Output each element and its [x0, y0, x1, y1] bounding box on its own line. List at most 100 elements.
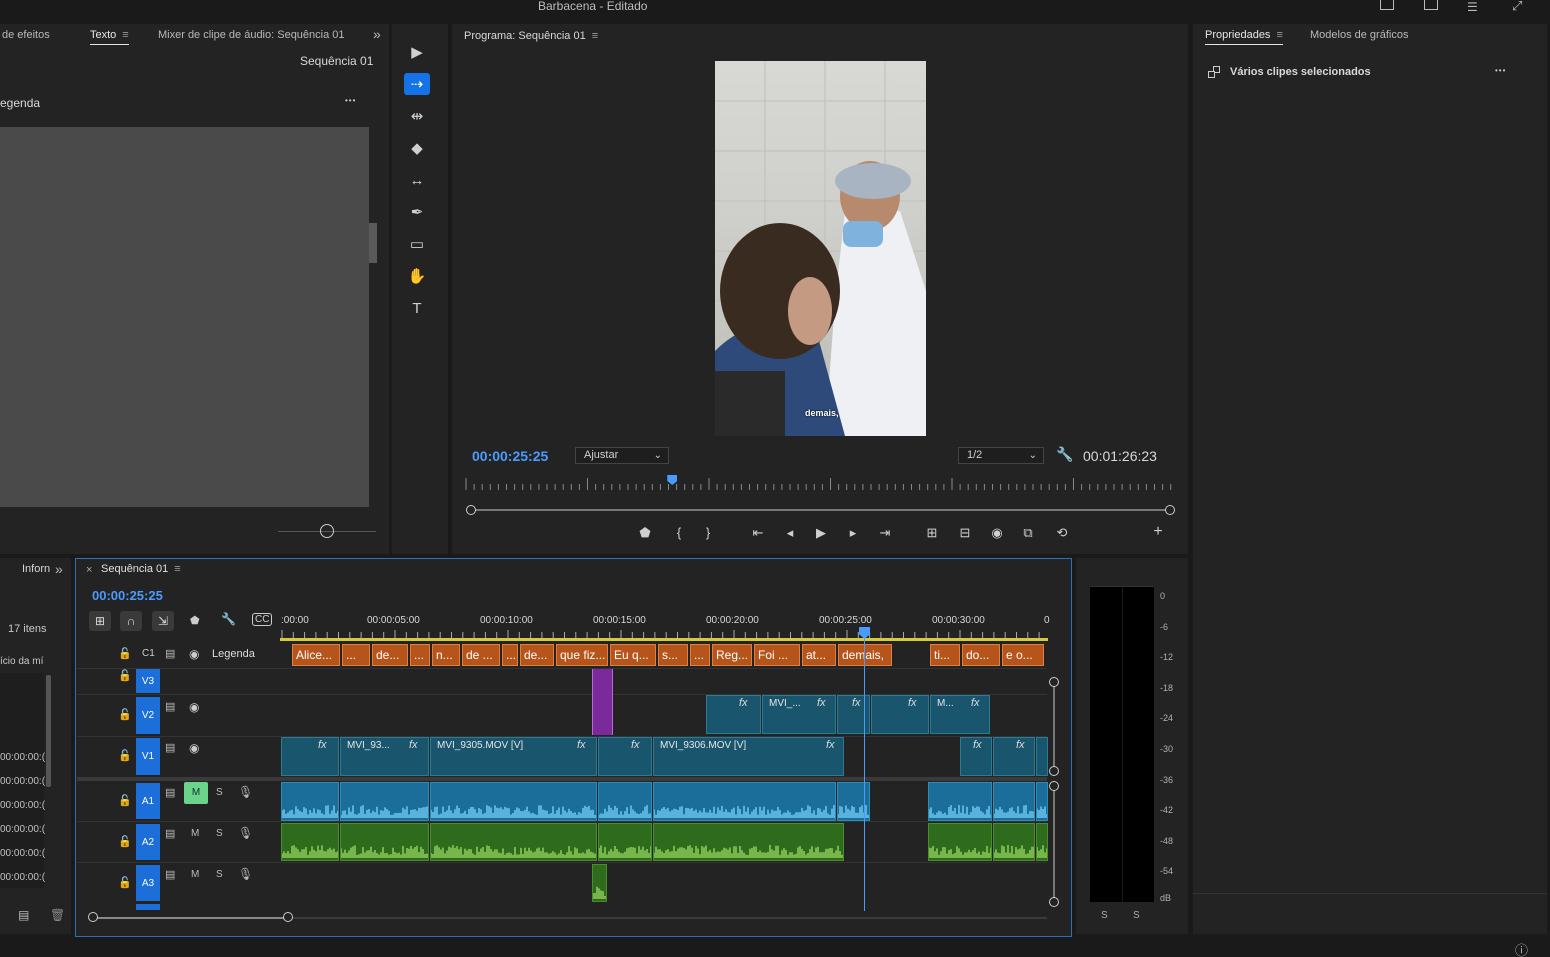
- pen-tool-icon[interactable]: ✒: [404, 201, 430, 223]
- meter-solo-left[interactable]: S: [1101, 910, 1108, 921]
- track-target-a4[interactable]: [136, 904, 160, 910]
- a1-lock-icon[interactable]: 🔓: [118, 794, 132, 807]
- tab-audio-clip-mixer[interactable]: Mixer de clipe de áudio: Sequência 01: [158, 29, 345, 41]
- zoom-slider-handle[interactable]: [320, 524, 334, 538]
- audio-clip[interactable]: [1036, 823, 1048, 861]
- timeline-hscroll-end[interactable]: [283, 912, 293, 922]
- slip-tool-icon[interactable]: ↔: [404, 169, 430, 191]
- audio-clip[interactable]: [653, 823, 844, 861]
- caption-clip[interactable]: do...: [962, 644, 1000, 666]
- audio-clip[interactable]: [993, 823, 1035, 861]
- a2-mute-button[interactable]: M: [191, 828, 199, 839]
- a2-sync-icon[interactable]: ▤: [165, 827, 175, 840]
- audio-clip[interactable]: [928, 823, 992, 861]
- monitor-scroll-start[interactable]: [466, 505, 476, 515]
- share-icon[interactable]: [1424, 0, 1438, 10]
- caption-clip[interactable]: s...: [658, 644, 688, 666]
- a1-solo-button[interactable]: S: [216, 787, 223, 798]
- video-clip[interactable]: fx: [960, 737, 992, 776]
- a3-sync-icon[interactable]: ▤: [165, 868, 175, 881]
- a2-voiceover-icon[interactable]: 🎙: [238, 826, 253, 840]
- caption-list-scrollbar[interactable]: [369, 223, 377, 263]
- a1-mute-button[interactable]: M: [184, 782, 208, 804]
- caption-track-eye-icon[interactable]: ◉: [189, 647, 199, 661]
- go-to-out-icon[interactable]: ⇥: [875, 525, 895, 541]
- list-item[interactable]: 00:00:00:(: [0, 776, 45, 787]
- timeline-close-icon[interactable]: ×: [86, 564, 92, 576]
- track-target-a2[interactable]: A2: [136, 824, 160, 860]
- caption-clip[interactable]: ...: [690, 644, 710, 666]
- list-item[interactable]: 00:00:00:(: [0, 848, 45, 859]
- a3-mute-button[interactable]: M: [191, 869, 199, 880]
- lift-icon[interactable]: ⊞: [922, 525, 942, 541]
- play-icon[interactable]: ▶: [811, 525, 831, 541]
- project-column-header[interactable]: ício da mí: [0, 656, 43, 667]
- program-current-time[interactable]: 00:00:25:25: [472, 448, 548, 464]
- audio-clip[interactable]: [592, 864, 607, 902]
- selection-tool-icon[interactable]: ▶: [404, 41, 430, 63]
- caption-clip[interactable]: Alice...: [292, 644, 340, 666]
- insert-sequence-nest-icon[interactable]: ⊞: [89, 611, 111, 631]
- monitor-scroll-track[interactable]: [471, 509, 1170, 511]
- caption-clip[interactable]: e o...: [1002, 644, 1044, 666]
- menu-icon[interactable]: ☰: [1467, 0, 1478, 14]
- a2-solo-button[interactable]: S: [216, 828, 223, 839]
- add-marker-icon[interactable]: ⬟: [190, 614, 200, 627]
- settings-wrench-icon[interactable]: 🔧: [1056, 446, 1073, 463]
- caption-clip[interactable]: ti...: [930, 644, 960, 666]
- audio-clip[interactable]: [837, 782, 870, 821]
- step-back-icon[interactable]: ◂: [780, 525, 800, 541]
- video-clip[interactable]: MVI_9306.MOV [V] fx: [653, 737, 844, 776]
- video-clip[interactable]: fx: [598, 737, 652, 776]
- caption-clip[interactable]: demais,: [838, 644, 892, 666]
- monitor-scroll-end[interactable]: [1165, 505, 1175, 515]
- export-frame-icon[interactable]: ◉: [987, 525, 1007, 541]
- ripple-edit-tool-icon[interactable]: ⇹: [404, 105, 430, 127]
- a1-voiceover-icon[interactable]: 🎙: [238, 785, 253, 799]
- track-target-a1[interactable]: A1: [136, 783, 160, 819]
- monitor-ruler[interactable]: [464, 476, 1174, 490]
- video-clip[interactable]: fx: [837, 695, 870, 734]
- track-target-v3[interactable]: V3: [136, 669, 160, 693]
- caption-clip[interactable]: de ...: [462, 644, 500, 666]
- caption-clip[interactable]: que fiz...: [556, 644, 608, 666]
- caption-track-toggle-icon[interactable]: ▤: [165, 647, 175, 660]
- timeline-audio-vscroll-track[interactable]: [1053, 786, 1055, 902]
- caption-clip[interactable]: de...: [520, 644, 554, 666]
- audio-clip[interactable]: [430, 782, 597, 821]
- caption-clip[interactable]: n...: [432, 644, 460, 666]
- timeline-vscroll-handle-bottom[interactable]: [1049, 766, 1059, 776]
- audio-clip[interactable]: [598, 782, 652, 821]
- go-to-in-icon[interactable]: ⇤: [748, 525, 768, 541]
- track-target-v1[interactable]: V1: [136, 738, 160, 775]
- audio-clip[interactable]: [598, 823, 652, 861]
- video-clip[interactable]: MVI_... fx: [762, 695, 836, 734]
- video-clip[interactable]: fx: [871, 695, 929, 734]
- caption-clip[interactable]: ...: [342, 644, 370, 666]
- caption-track-id[interactable]: C1: [142, 648, 155, 659]
- type-tool-icon[interactable]: T: [404, 297, 430, 319]
- hamburger-icon[interactable]: ≡: [174, 563, 180, 575]
- work-area-bar[interactable]: [280, 638, 1048, 641]
- button-editor-icon[interactable]: +: [1148, 523, 1168, 541]
- a2-lock-icon[interactable]: 🔓: [118, 835, 132, 848]
- razor-tool-icon[interactable]: ◆: [404, 137, 430, 159]
- mark-in-icon[interactable]: {: [669, 525, 689, 540]
- audio-clip[interactable]: [928, 782, 992, 821]
- tab-info[interactable]: Inforn: [22, 563, 50, 575]
- timeline-tab[interactable]: Sequência 01 ≡: [101, 563, 181, 575]
- audio-clip[interactable]: [430, 823, 597, 861]
- hamburger-icon[interactable]: ≡: [592, 30, 598, 42]
- add-marker-icon[interactable]: ⬟: [635, 525, 655, 541]
- caption-clip[interactable]: ...: [410, 644, 430, 666]
- timeline-hscroll-start[interactable]: [88, 912, 98, 922]
- project-scrollbar[interactable]: [46, 675, 51, 787]
- caption-clip[interactable]: at...: [802, 644, 836, 666]
- list-item[interactable]: 00:00:00:(: [0, 800, 45, 811]
- info-icon[interactable]: ⓘ: [1515, 940, 1528, 957]
- audio-clip[interactable]: [993, 782, 1035, 821]
- v1-lock-icon[interactable]: 🔓: [118, 749, 132, 762]
- graphic-clip[interactable]: [592, 669, 613, 735]
- list-item[interactable]: 00:00:00:(: [0, 872, 45, 883]
- timeline-timecode[interactable]: 00:00:25:25: [92, 588, 163, 603]
